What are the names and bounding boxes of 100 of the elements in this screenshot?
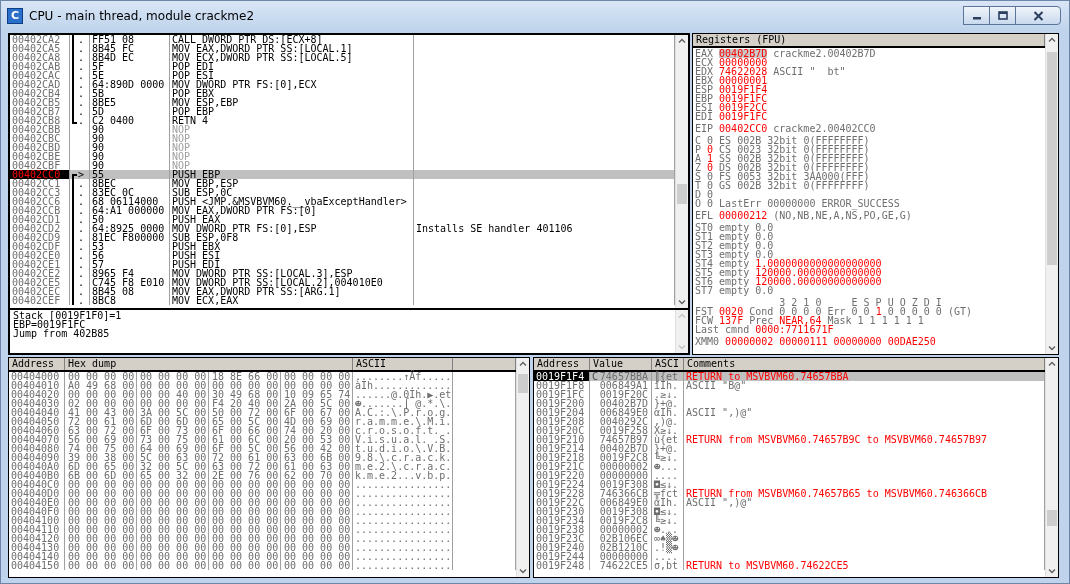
register-text: 0000:7711671F — [755, 325, 834, 334]
hex-cell: 63 00 72 00 — [209, 462, 281, 471]
address-cell[interactable]: 0019F218 — [534, 453, 590, 462]
opcode-cell: 83EC 0C — [90, 188, 170, 197]
scrollbar[interactable] — [1045, 34, 1058, 354]
jump-mark-cell: . — [70, 89, 90, 98]
register-text: 0.0 — [755, 223, 774, 232]
address-cell[interactable]: 0019F238 — [534, 525, 590, 534]
register-text: C — [695, 136, 702, 145]
address-cell[interactable]: 00402CBC — [10, 134, 70, 143]
hex-cell: 00 00 00 00 — [65, 534, 137, 543]
address-cell[interactable]: 0019F20C — [534, 426, 590, 435]
opcode-cell: 56 — [90, 251, 170, 260]
instruction-cell: MOV ECX,EAX — [170, 296, 414, 305]
instruction-cell: MOV EAX,DWORD PTR FS:[0] — [170, 206, 414, 215]
address-cell[interactable]: 00402CBB — [10, 125, 70, 134]
opcode-cell: 53 — [90, 242, 170, 251]
register-text: ST6 empty — [695, 277, 750, 286]
address-cell[interactable]: 0019F214 — [534, 444, 590, 453]
ascii-cell: ................ — [353, 516, 453, 525]
ascii-cell: ☻... — [652, 525, 684, 534]
address-cell[interactable]: 0019F234 — [534, 516, 590, 525]
instruction-cell: MOV DWORD PTR SS:[LOCAL.2],004010E0 — [170, 278, 414, 287]
address-cell[interactable]: 0019F22C — [534, 498, 590, 507]
address-cell[interactable]: 0019F224 — [534, 480, 590, 489]
address-cell[interactable]: 0019F208 — [534, 417, 590, 426]
hex-cell: 00 00 00 00 — [137, 480, 209, 489]
address-cell[interactable]: 00402CBD — [10, 143, 70, 152]
minimize-button[interactable] — [963, 6, 990, 25]
address-cell[interactable]: 0019F1F4 — [534, 372, 590, 381]
maximize-button[interactable] — [989, 6, 1016, 25]
address-cell: 00404120 — [9, 534, 65, 543]
address-cell[interactable]: 0019F200 — [534, 399, 590, 408]
scroll-thumb[interactable] — [518, 373, 528, 394]
register-text: EAX — [695, 49, 714, 58]
ascii-cell: ☻.......⌠ @.*.\. — [353, 399, 453, 408]
address-cell[interactable]: 00402CC0 — [10, 170, 70, 179]
address-cell: 00404140 — [9, 552, 65, 561]
jump-mark-cell: . — [70, 215, 90, 224]
ascii-cell: ù{et — [652, 435, 684, 444]
ascii-cell: ................ — [353, 498, 453, 507]
opcode-cell: 90 — [90, 134, 170, 143]
address-cell[interactable]: 0019F220 — [534, 471, 590, 480]
jump-mark-cell: . — [70, 242, 90, 251]
hex-cell: 18 8E 66 00 — [209, 372, 281, 381]
ascii-cell: .≥↓. — [652, 390, 684, 399]
value-cell-text: 74657B97 — [599, 435, 649, 444]
address-cell[interactable]: 0019F23C — [534, 534, 590, 543]
scrollbar[interactable] — [1045, 358, 1058, 577]
register-text: P — [695, 145, 702, 154]
address-cell[interactable]: 0019F210 — [534, 435, 590, 444]
register-text: 0019F1FC — [719, 112, 768, 121]
hex-cell: 00 00 00 00 — [137, 399, 209, 408]
hex-cell: 00 00 00 00 — [137, 525, 209, 534]
scrollbar[interactable] — [675, 35, 688, 308]
register-text: D — [695, 190, 702, 199]
close-button[interactable] — [1015, 6, 1061, 25]
scroll-thumb[interactable] — [677, 183, 687, 204]
register-text: EFL — [695, 211, 714, 220]
register-text: 0019F1FC — [719, 94, 768, 103]
address-cell[interactable]: 0019F230 — [534, 507, 590, 516]
address-cell[interactable]: 0019F1F8 — [534, 381, 590, 390]
hex-cell: 00 00 00 00 — [209, 552, 281, 561]
jump-mark-cell: . — [70, 278, 90, 287]
hex-cell: 00 00 00 00 — [137, 507, 209, 516]
opcode-cell: 8BE5 — [90, 98, 170, 107]
value-cell-text: 00000000 — [599, 552, 649, 561]
register-text: 120000.00000000000000 — [755, 268, 882, 277]
opcode-cell: 8BEC — [90, 179, 170, 188]
opcode-cell: 64:8925 0000 — [90, 224, 170, 233]
address-cell[interactable]: 0019F204 — [534, 408, 590, 417]
register-text: 0 — [707, 181, 714, 190]
scrollbar[interactable] — [516, 358, 529, 577]
value-cell-text: 00000002 — [599, 525, 649, 534]
value-cell-text: 0019F258 — [599, 426, 649, 435]
address-cell[interactable]: 00402CBE — [10, 152, 70, 161]
register-text: 0019F2CC — [719, 103, 768, 112]
hex-cell: 63 00 72 00 — [65, 426, 137, 435]
scroll-thumb[interactable] — [1047, 510, 1057, 526]
register-text: ST2 empty — [695, 241, 750, 250]
address-cell[interactable]: 0019F21C — [534, 462, 590, 471]
address-cell[interactable]: 0019F248 — [534, 561, 590, 570]
opcode-cell: 8BC8 — [90, 296, 170, 305]
hex-cell: 00 00 00 00 — [65, 507, 137, 516]
close-icon — [1032, 10, 1044, 21]
address-cell[interactable]: 0019F1FC — [534, 390, 590, 399]
address-cell[interactable]: 0019F240 — [534, 543, 590, 552]
jump-mark-cell: . — [70, 80, 90, 89]
value-cell-text: 006849E0 — [599, 498, 649, 507]
hex-cell: 3A 00 5C 00 — [137, 408, 209, 417]
hex-cell: 72 00 61 00 — [209, 453, 281, 462]
ascii-cell: ................ — [353, 507, 453, 516]
hex-cell: 61 00 6C 00 — [209, 435, 281, 444]
address-cell[interactable]: 0019F228 — [534, 489, 590, 498]
address-cell[interactable]: 0019F244 — [534, 552, 590, 561]
ascii-cell: 9.8.\.c.r.a.c.k. — [353, 453, 453, 462]
jump-mark-cell: . — [70, 53, 90, 62]
register-text: DS 002B 32bit 0(FFFFFFFF) — [719, 163, 870, 172]
scroll-thumb[interactable] — [1047, 51, 1057, 265]
address-cell: 004040C0 — [9, 480, 65, 489]
